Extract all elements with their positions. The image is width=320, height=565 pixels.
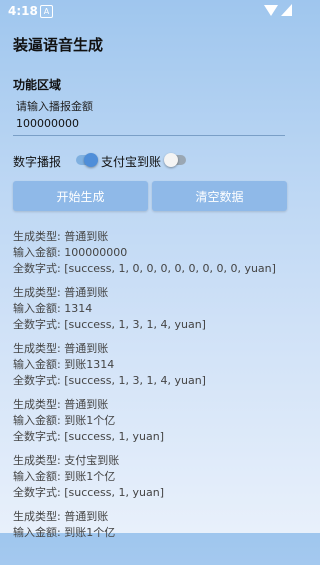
amount-input[interactable] bbox=[13, 112, 285, 136]
log-entry: 生成类型: 普通到账 输入金额: 1314 全数字式: [success, 1,… bbox=[13, 285, 295, 341]
switch-thumb bbox=[84, 153, 98, 167]
log-entry: 生成类型: 支付宝到账 输入金额: 到账1个亿 全数字式: [success, … bbox=[13, 453, 295, 509]
signal-icon bbox=[281, 4, 292, 16]
wifi-icon bbox=[264, 5, 278, 16]
log-entry: 生成类型: 普通到账 输入金额: 到账1314 全数字式: [success, … bbox=[13, 341, 295, 397]
app-notification-icon: A bbox=[40, 5, 53, 18]
log-amount: 输入金额: 100000000 bbox=[13, 246, 128, 259]
clear-button[interactable]: 清空数据 bbox=[152, 181, 287, 211]
generate-button[interactable]: 开始生成 bbox=[13, 181, 148, 211]
log-text: 全数字式: [success, 1, 3, 1, 4, yuan] bbox=[13, 318, 206, 331]
alipay-switch[interactable] bbox=[164, 153, 186, 167]
log-text: 全数字式: [success, 1, 0, 0, 0, 0, 0, 0, 0, … bbox=[13, 262, 276, 275]
log-amount: 输入金额: 到账1314 bbox=[13, 358, 115, 371]
log-text: 全数字式: [success, 1, yuan] bbox=[13, 486, 164, 499]
log-amount: 输入金额: 到账1个亿 bbox=[13, 526, 116, 539]
log-amount: 输入金额: 到账1个亿 bbox=[13, 470, 116, 483]
section-title: 功能区域 bbox=[13, 78, 62, 92]
switch-thumb bbox=[164, 153, 178, 167]
alipay-label: 支付宝到账 bbox=[101, 155, 162, 169]
log-entry: 生成类型: 普通到账 输入金额: 到账1个亿 bbox=[13, 509, 295, 565]
log-text: 全数字式: [success, 1, 3, 1, 4, yuan] bbox=[13, 374, 206, 387]
number-broadcast-label: 数字播报 bbox=[13, 155, 62, 169]
log-entry: 生成类型: 普通到账 输入金额: 100000000 全数字式: [succes… bbox=[13, 229, 295, 285]
status-time: 4:18 bbox=[8, 4, 38, 18]
log-amount: 输入金额: 1314 bbox=[13, 302, 93, 315]
app-title: 装逼语音生成 bbox=[13, 36, 104, 54]
log-entry: 生成类型: 普通到账 输入金额: 到账1个亿 全数字式: [success, 1… bbox=[13, 397, 295, 453]
log-text: 全数字式: [success, 1, yuan] bbox=[13, 430, 164, 443]
log-type: 生成类型: 普通到账 bbox=[13, 510, 109, 523]
status-bar: 4:18 A bbox=[0, 0, 300, 22]
log-type: 生成类型: 支付宝到账 bbox=[13, 454, 120, 467]
number-broadcast-switch[interactable] bbox=[76, 153, 98, 167]
log-type: 生成类型: 普通到账 bbox=[13, 342, 109, 355]
log-amount: 输入金额: 到账1个亿 bbox=[13, 414, 116, 427]
log-type: 生成类型: 普通到账 bbox=[13, 286, 109, 299]
output-log: 生成类型: 普通到账 输入金额: 100000000 全数字式: [succes… bbox=[13, 229, 295, 565]
log-type: 生成类型: 普通到账 bbox=[13, 398, 109, 411]
log-type: 生成类型: 普通到账 bbox=[13, 230, 109, 243]
